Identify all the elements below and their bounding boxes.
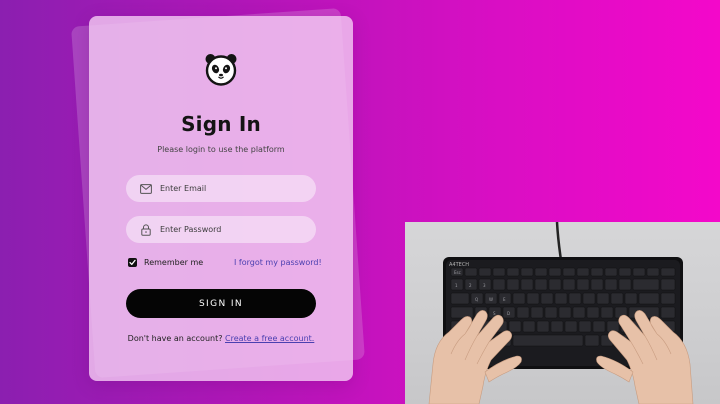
svg-text:Q: Q — [475, 297, 478, 302]
lock-icon — [140, 223, 152, 236]
remember-me-label: Remember me — [144, 258, 204, 267]
check-icon — [129, 259, 136, 266]
keyboard-brand-label: A4TECH — [449, 262, 469, 268]
svg-text:Esc: Esc — [454, 270, 461, 275]
page-subtitle: Please login to use the platform — [157, 145, 285, 154]
svg-text:W: W — [489, 297, 493, 302]
svg-text:D: D — [507, 311, 510, 316]
remember-me-option[interactable]: Remember me — [128, 258, 203, 267]
no-account-text: Don't have an account? — [127, 334, 223, 343]
sign-in-button[interactable]: SIGN IN — [126, 289, 316, 318]
webcam-overlay: A4TECH Esc 1 2 3 Q W E S D — [405, 222, 720, 404]
page-title: Sign In — [181, 112, 261, 136]
password-input[interactable] — [160, 225, 310, 234]
email-input[interactable] — [160, 184, 310, 193]
panda-icon — [205, 54, 237, 86]
email-field[interactable] — [126, 175, 316, 202]
signup-prompt: Don't have an account? Create a free acc… — [89, 334, 353, 343]
forgot-password-link[interactable]: I forgot my password! — [234, 258, 322, 267]
mail-icon — [140, 183, 152, 195]
remember-me-checkbox[interactable] — [128, 258, 137, 267]
create-account-link[interactable]: Create a free account. — [225, 334, 314, 343]
login-card: Sign In Please login to use the platform — [89, 16, 353, 381]
password-field[interactable] — [126, 216, 316, 243]
keyboard-typing-image: A4TECH Esc 1 2 3 Q W E S D — [428, 222, 694, 404]
